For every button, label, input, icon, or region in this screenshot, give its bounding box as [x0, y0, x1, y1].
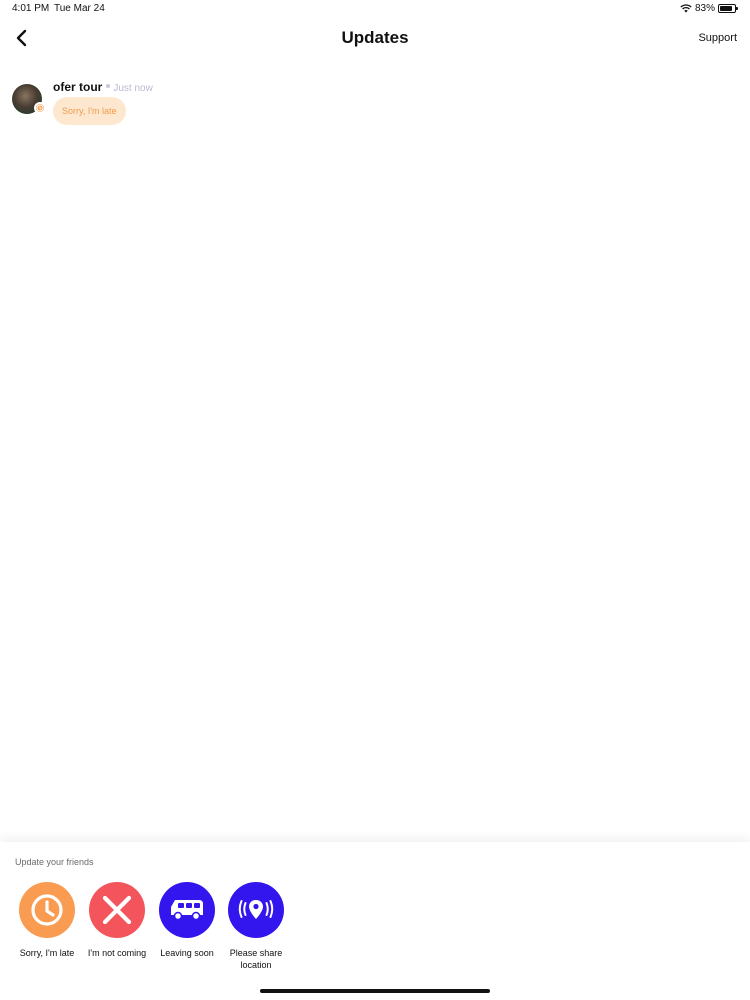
action-label: I'm not coming — [87, 948, 147, 958]
updates-screen: 4:01 PM Tue Mar 24 83% Updates Support o… — [0, 0, 750, 1000]
home-indicator — [260, 989, 490, 993]
update-message-pill: Sorry, I'm late — [53, 97, 126, 125]
action-circle — [159, 882, 215, 938]
update-item: ofer tour Just now Sorry, I'm late — [12, 76, 712, 136]
battery-fill — [720, 6, 732, 11]
battery-percentage: 83% — [694, 3, 715, 14]
close-icon — [102, 895, 132, 925]
battery-icon — [718, 4, 738, 13]
action-label: Please share location — [229, 948, 283, 970]
support-link[interactable]: Support — [698, 32, 737, 44]
share-location-button[interactable]: Please share location — [221, 882, 291, 971]
not-coming-button[interactable]: I'm not coming — [82, 882, 152, 959]
panel-title: Update your friends — [15, 857, 94, 867]
status-bar: 4:01 PM Tue Mar 24 83% — [0, 0, 750, 18]
wifi-icon — [680, 4, 692, 13]
clock-icon — [34, 102, 46, 114]
location-broadcast-icon — [238, 900, 274, 919]
action-circle — [19, 882, 75, 938]
status-time: 4:01 PM — [12, 3, 50, 14]
status-indicators: 83% — [680, 3, 738, 14]
separator-dot — [106, 83, 111, 88]
page-title: Updates — [341, 28, 409, 47]
user-name[interactable]: ofer tour — [53, 80, 102, 94]
update-friends-panel: Update your friends Sorry, I'm late I'm … — [0, 842, 750, 1000]
header: Updates Support — [0, 22, 750, 56]
action-label: Sorry, I'm late — [19, 948, 75, 958]
status-date: Tue Mar 24 — [54, 3, 105, 14]
action-circle — [89, 882, 145, 938]
update-header: ofer tour Just now — [53, 78, 153, 96]
van-icon — [171, 900, 203, 921]
leaving-soon-button[interactable]: Leaving soon — [152, 882, 222, 959]
action-label: Leaving soon — [160, 948, 214, 958]
clock-icon — [31, 894, 63, 926]
sorry-late-button[interactable]: Sorry, I'm late — [12, 882, 82, 959]
action-circle — [228, 882, 284, 938]
timestamp: Just now — [113, 83, 153, 94]
